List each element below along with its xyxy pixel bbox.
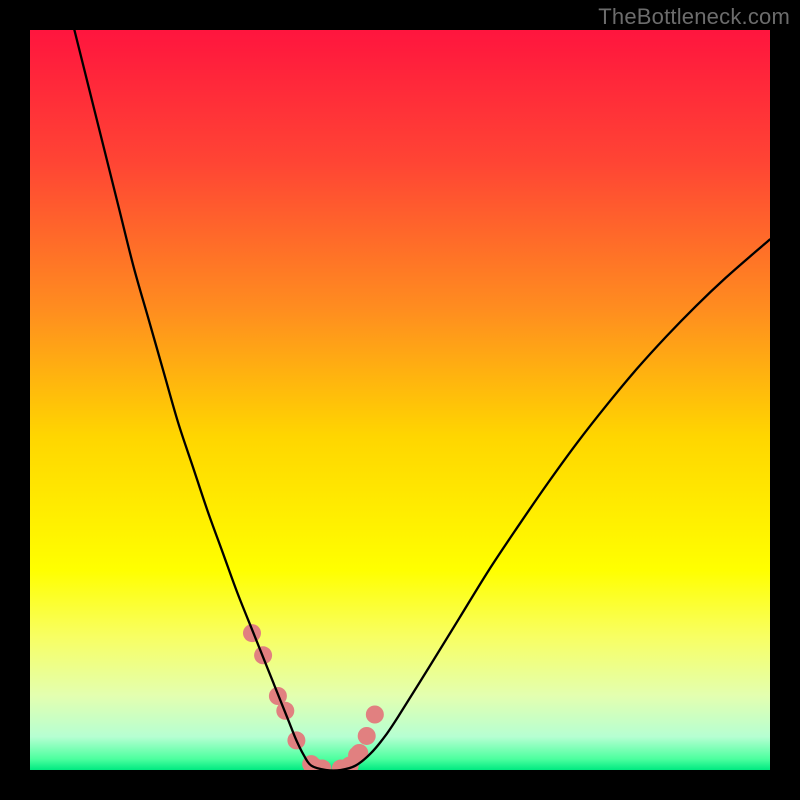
plot-area bbox=[30, 30, 770, 770]
curve-layer bbox=[30, 30, 770, 770]
watermark-text: TheBottleneck.com bbox=[598, 4, 790, 30]
marker-group bbox=[243, 624, 384, 770]
chart-frame: TheBottleneck.com bbox=[0, 0, 800, 800]
data-marker bbox=[358, 727, 376, 745]
data-marker bbox=[366, 706, 384, 724]
bottleneck-curve bbox=[74, 30, 770, 770]
